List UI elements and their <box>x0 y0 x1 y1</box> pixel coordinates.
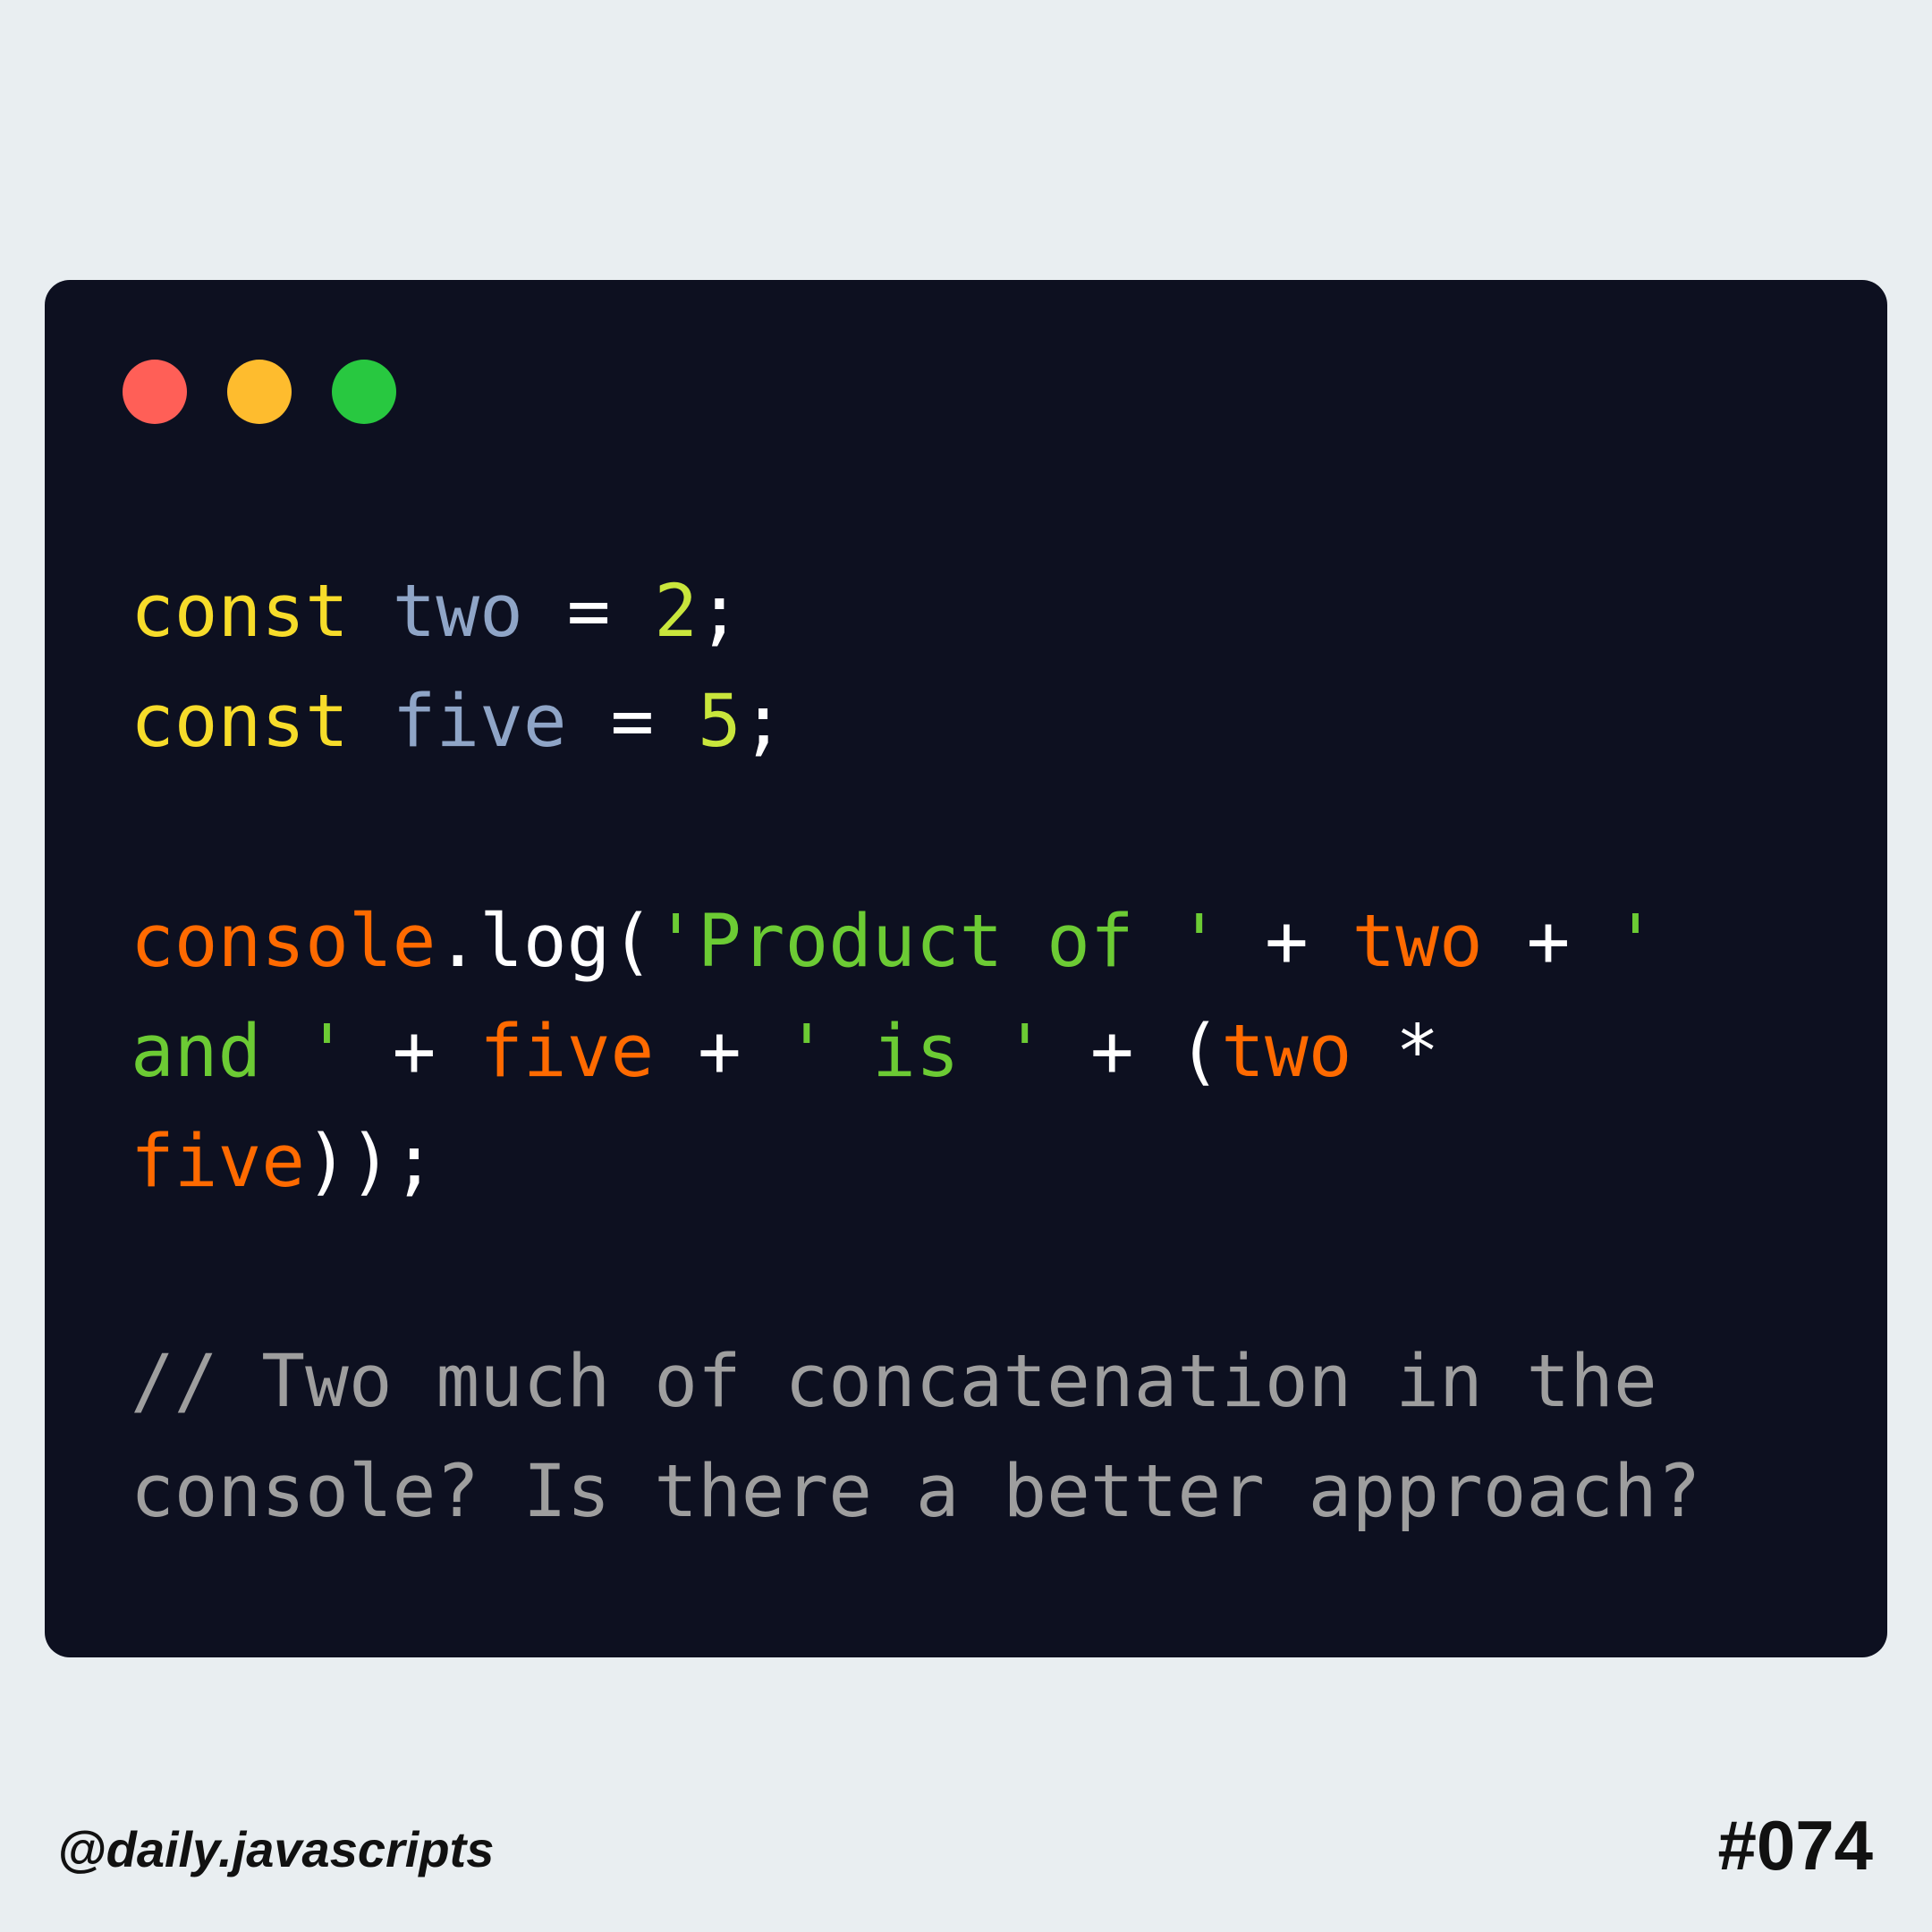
code-token-object: two <box>1221 1010 1352 1094</box>
close-dot-icon[interactable] <box>123 360 187 424</box>
code-token-operator: )); <box>305 1120 436 1204</box>
code-line: const five = 5; <box>131 667 1701 777</box>
code-token-operator: + <box>1221 900 1352 984</box>
code-line: and ' + five + ' is ' + (two * <box>131 997 1701 1107</box>
code-line: five)); <box>131 1107 1701 1217</box>
code-token-operator: + <box>348 1010 480 1094</box>
code-token-object: console <box>131 900 436 984</box>
code-token-operator: + <box>654 1010 785 1094</box>
code-token-keyword: const <box>131 680 349 764</box>
code-token-keyword: const <box>131 570 349 654</box>
code-line: // Two much of concatenation in the <box>131 1327 1701 1437</box>
maximize-dot-icon[interactable] <box>332 360 396 424</box>
code-token-number: 5 <box>698 680 741 764</box>
code-token-string: ' <box>1614 900 1657 984</box>
code-token-comment: // Two much of concatenation in the <box>131 1340 1657 1424</box>
code-token-operator: * <box>1352 1010 1440 1094</box>
code-token-comment: console? Is there a better approach? <box>131 1450 1701 1534</box>
code-line: const two = 2; <box>131 557 1701 667</box>
code-line: console? Is there a better approach? <box>131 1437 1701 1547</box>
code-token-number: 2 <box>654 570 699 654</box>
code-token-identifier: two <box>392 570 523 654</box>
code-token-operator: = <box>566 680 699 764</box>
code-token-object: five <box>131 1120 306 1204</box>
code-token-operator: + <box>1482 900 1614 984</box>
code-token-operator: .log( <box>436 900 655 984</box>
code-token-operator: = <box>522 570 655 654</box>
code-token-identifier: five <box>392 680 567 764</box>
post-number: #074 <box>1717 1806 1873 1885</box>
code-token-string: ' is ' <box>784 1010 1047 1094</box>
code-token-object: two <box>1352 900 1483 984</box>
code-token-string: and ' <box>131 1010 349 1094</box>
code-token-operator: ; <box>698 570 741 654</box>
code-token-object: five <box>479 1010 655 1094</box>
code-line: console.log('Product of ' + two + ' <box>131 887 1701 997</box>
code-token-operator <box>349 570 393 654</box>
code-token-string: 'Product of ' <box>654 900 1222 984</box>
code-token-operator: + ( <box>1046 1010 1222 1094</box>
code-block: const two = 2; const five = 5; console.log… <box>131 557 1701 1547</box>
minimize-dot-icon[interactable] <box>227 360 292 424</box>
code-window: const two = 2; const five = 5; console.log… <box>45 280 1887 1657</box>
account-handle: @daily.javascripts <box>57 1821 495 1877</box>
post-canvas: const two = 2; const five = 5; console.log… <box>0 0 1932 1932</box>
code-token-operator <box>349 680 393 764</box>
code-token-operator: ; <box>741 680 785 764</box>
